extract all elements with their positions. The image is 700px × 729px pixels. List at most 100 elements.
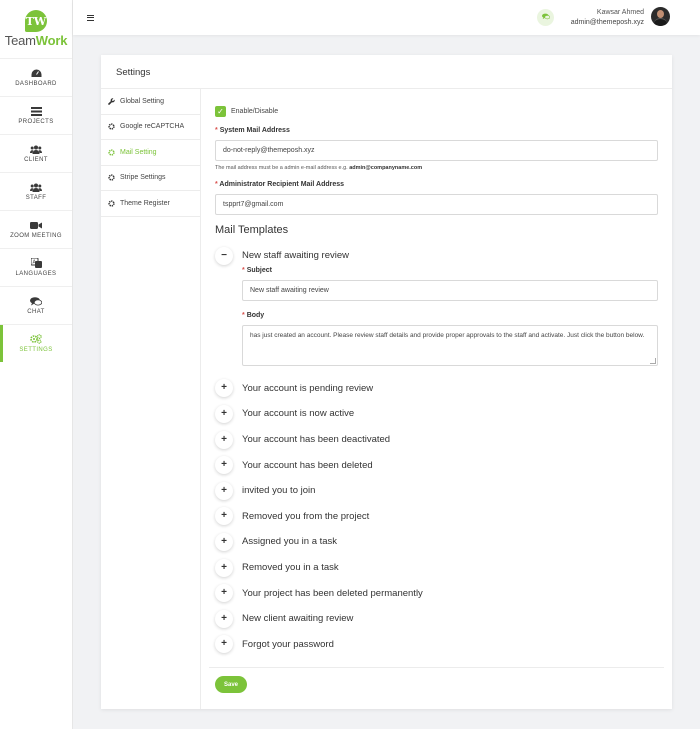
template-item[interactable]: + Your account is now active (215, 401, 658, 427)
template-item[interactable]: + Your project has been deleted permanent… (215, 580, 658, 606)
mail-templates-title: Mail Templates (215, 224, 289, 236)
expand-icon[interactable]: + (215, 584, 233, 603)
topbar: Kawsar Ahmed admin@themeposh.xyz (73, 0, 700, 35)
template-list: + Your account is pending review + Your ac… (215, 376, 658, 658)
sidebar-item-settings[interactable]: SETTINGS (0, 324, 72, 362)
template-item[interactable]: + Removed you from the project (215, 504, 658, 530)
gear-icon (108, 200, 116, 207)
template-title: Your account is pending review (242, 382, 374, 394)
language-icon: A (30, 258, 42, 268)
users-icon (30, 182, 42, 192)
template-item[interactable]: + Your account has been deleted (215, 452, 658, 478)
user-name: Kawsar Ahmed (596, 9, 644, 16)
wrench-icon (108, 98, 116, 105)
gear-icon (108, 149, 116, 156)
subject-field[interactable]: New staff awaiting review (242, 279, 658, 301)
logo-badge: TW (25, 10, 47, 32)
dashboard-icon (30, 68, 42, 78)
settings-nav: Global Setting Google reCAPTCHA Mail Set… (101, 89, 201, 709)
system-mail-field[interactable]: do-not-reply@themeposh.xyz (215, 140, 658, 161)
settings-nav-theme-register[interactable]: Theme Register (101, 191, 200, 217)
template-item[interactable]: + Your account has been deactivated (215, 427, 658, 453)
settings-nav-label: Mail Setting (120, 148, 157, 156)
admin-mail-label: * Administrator Recipient Mail Address (215, 181, 345, 188)
settings-nav-global-setting[interactable]: Global Setting (101, 89, 200, 115)
admin-mail-field[interactable]: tspprt7@gmail.com (215, 194, 658, 215)
user-email: admin@themeposh.xyz (570, 19, 644, 26)
settings-nav-label: Global Setting (120, 97, 164, 105)
sidebar-item-label: DASHBOARD (15, 81, 57, 87)
user-info[interactable]: Kawsar Ahmed admin@themeposh.xyz (571, 8, 644, 28)
sidebar-item-label: STAFF (25, 195, 47, 201)
sidebar-item-label: SETTINGS (19, 347, 53, 353)
save-button[interactable]: Save (215, 676, 247, 693)
sidebar-item-projects[interactable]: PROJECTS (0, 96, 72, 134)
settings-nav-google-recaptcha[interactable]: Google reCAPTCHA (101, 115, 200, 140)
body-label: * Body (242, 311, 265, 319)
gears-icon (30, 334, 42, 344)
template-title: Your project has been deleted permanentl… (242, 587, 423, 599)
template-title: Removed you from the project (242, 510, 370, 522)
expand-icon[interactable]: + (215, 430, 233, 449)
sidebar-item-chat[interactable]: CHAT (0, 286, 72, 324)
expand-icon[interactable]: + (215, 558, 233, 577)
settings-nav-label: Google reCAPTCHA (120, 123, 185, 131)
expand-icon[interactable]: + (215, 481, 233, 500)
video-icon (30, 220, 42, 230)
sidebar-item-languages[interactable]: A LANGUAGES (0, 248, 72, 286)
template-body: * Subject New staff awaiting review * Bo… (242, 267, 658, 366)
logo-text: TeamWork (4, 33, 68, 48)
sidebar-item-label: ZOOM MEETING (10, 233, 62, 239)
sidebar-item-zoom-meeting[interactable]: ZOOM MEETING (0, 210, 72, 248)
enable-checkbox[interactable]: ✓ (215, 106, 226, 117)
page-title: Settings (101, 55, 672, 89)
expand-icon[interactable]: + (215, 379, 233, 398)
template-title: Assigned you in a task (242, 536, 338, 548)
svg-text:A: A (32, 260, 36, 266)
sidebar-item-client[interactable]: CLIENT (0, 134, 72, 172)
expand-icon[interactable]: + (215, 456, 233, 475)
template-item[interactable]: + Your account is pending review (215, 376, 658, 402)
template-item[interactable]: + invited you to join (215, 478, 658, 504)
settings-nav-stripe-settings[interactable]: Stripe Settings (101, 166, 200, 191)
template-item[interactable]: + Removed you in a task (215, 555, 658, 581)
chat-button[interactable] (537, 9, 554, 26)
menu-toggle-icon[interactable] (87, 14, 94, 21)
body-textarea[interactable]: has just created an account. Please revi… (242, 324, 658, 366)
enable-label: Enable/Disable (231, 108, 279, 115)
template-title: New staff awaiting review (242, 250, 350, 262)
settings-nav-label: Theme Register (120, 199, 170, 207)
template-new-staff[interactable]: − New staff awaiting review (215, 243, 658, 269)
chat-icon (541, 13, 550, 22)
sidebar: TW TeamWork DASHBOARD PROJECTS CLIENT ST… (0, 0, 73, 729)
template-title: Your account is now active (242, 408, 355, 420)
collapse-icon[interactable]: − (215, 246, 233, 265)
expand-icon[interactable]: + (215, 507, 233, 526)
sidebar-item-label: CHAT (27, 309, 45, 315)
sidebar-item-dashboard[interactable]: DASHBOARD (0, 58, 72, 96)
settings-nav-label: Stripe Settings (120, 174, 166, 182)
list-icon (30, 106, 42, 116)
sidebar-item-label: PROJECTS (18, 119, 54, 125)
users-icon (30, 144, 42, 154)
sidebar-item-staff[interactable]: STAFF (0, 172, 72, 210)
expand-icon[interactable]: + (215, 404, 233, 423)
template-item[interactable]: + Forgot your password (215, 632, 658, 658)
template-title: Forgot your password (242, 638, 334, 650)
logo[interactable]: TW TeamWork (0, 0, 72, 58)
expand-icon[interactable]: + (215, 635, 233, 654)
template-item[interactable]: + Assigned you in a task (215, 529, 658, 555)
system-mail-hint: The mail address must be a admin e-mail … (215, 165, 423, 171)
avatar[interactable] (651, 7, 670, 26)
divider (209, 667, 664, 668)
template-title: invited you to join (242, 485, 316, 497)
sidebar-item-label: LANGUAGES (15, 271, 57, 277)
expand-icon[interactable]: + (215, 609, 233, 628)
subject-label: * Subject (242, 266, 272, 274)
template-title: Removed you in a task (242, 562, 339, 574)
expand-icon[interactable]: + (215, 532, 233, 551)
gear-icon (108, 123, 116, 130)
template-item[interactable]: + New client awaiting review (215, 606, 658, 632)
system-mail-label: * System Mail Address (215, 127, 290, 134)
settings-nav-mail-setting[interactable]: Mail Setting (101, 140, 200, 166)
